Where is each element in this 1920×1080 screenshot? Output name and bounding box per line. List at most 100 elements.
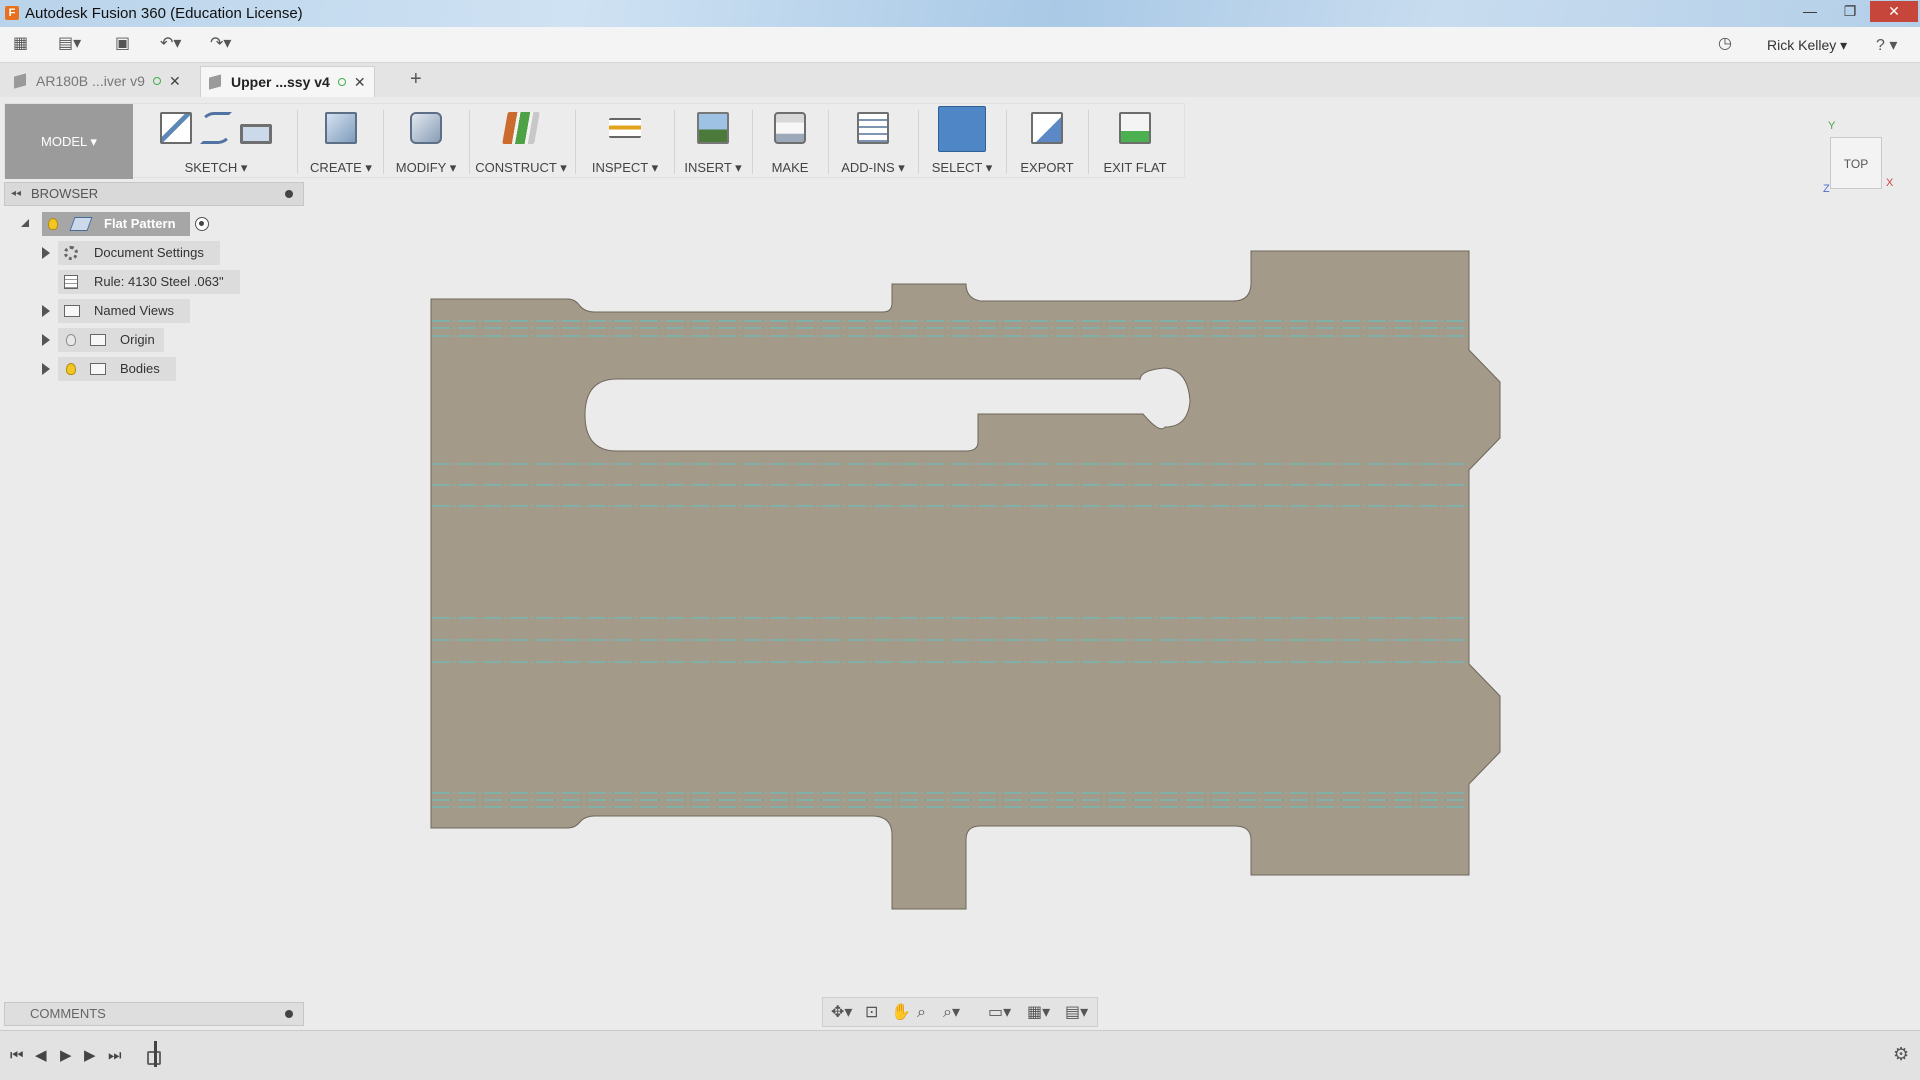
insert-menu[interactable]: INSERT ▾ — [676, 160, 750, 176]
timeline-playhead[interactable] — [154, 1041, 157, 1067]
browser-item-document-settings[interactable]: Document Settings — [58, 241, 220, 265]
saved-status-icon — [152, 77, 161, 85]
help-menu[interactable]: ? ▾ — [1876, 35, 1897, 55]
collapse-root-icon[interactable] — [21, 219, 29, 227]
comments-title: COMMENTS — [30, 1006, 106, 1021]
modify-menu[interactable]: MODIFY ▾ — [385, 160, 467, 176]
save-icon[interactable]: ▣ — [115, 35, 130, 53]
sketch-group: SKETCH ▾ — [141, 104, 291, 179]
toolbar-divider — [1006, 110, 1007, 174]
rectangle-icon[interactable] — [240, 124, 272, 144]
window-titlebar: F Autodesk Fusion 360 (Education License… — [0, 0, 1920, 27]
orbit-icon[interactable]: ✥▾ — [831, 1004, 852, 1022]
visibility-bulb-icon[interactable] — [66, 363, 76, 375]
select-group: SELECT ▾ — [920, 104, 1004, 179]
browser-root-flat-pattern[interactable]: Flat Pattern — [42, 212, 190, 236]
expand-icon[interactable] — [42, 334, 50, 346]
step-forward-icon[interactable]: ▶ — [84, 1047, 96, 1065]
viewcube[interactable]: TOP — [1830, 137, 1882, 189]
axis-y-label: Y — [1828, 120, 1836, 132]
close-tab-icon[interactable]: ✕ — [354, 74, 366, 90]
bend-lines — [432, 320, 1468, 808]
tab-upper-assy[interactable]: Upper ...ssy v4 ✕ — [200, 66, 375, 97]
design-canvas[interactable] — [0, 180, 1920, 1027]
play-icon[interactable]: ▶ — [60, 1047, 72, 1065]
create-box-icon[interactable] — [325, 112, 357, 144]
browser-panel-header[interactable]: ◂◂ BROWSER — [4, 182, 304, 206]
line-icon[interactable] — [200, 112, 232, 144]
exitflat-group: EXIT FLAT — [1090, 104, 1180, 179]
timeline-settings-icon[interactable]: ⚙ — [1893, 1044, 1909, 1065]
activate-radio-icon[interactable] — [195, 217, 209, 231]
create-sketch-icon[interactable] — [160, 112, 192, 144]
close-tab-icon[interactable]: ✕ — [169, 73, 181, 89]
clock-icon[interactable]: ◷ — [1718, 35, 1732, 53]
tab-ar180b[interactable]: AR180B ...iver v9 ✕ — [6, 66, 189, 97]
timeline-bar: ⏮ ◀ ▶ ▶ ⏭ ⚙ — [0, 1030, 1920, 1080]
inspect-menu[interactable]: INSPECT ▾ — [577, 160, 673, 176]
create-menu[interactable]: CREATE ▾ — [301, 160, 381, 176]
addins-menu[interactable]: ADD-INS ▾ — [830, 160, 916, 176]
toolbar-divider — [469, 110, 470, 174]
export-menu[interactable]: EXPORT — [1008, 160, 1086, 175]
grid-settings-icon[interactable]: ▦▾ — [1027, 1004, 1050, 1022]
grid-icon[interactable]: ▦ — [13, 35, 28, 53]
user-menu[interactable]: Rick Kelley ▾ — [1767, 37, 1847, 54]
expand-icon[interactable] — [42, 247, 50, 259]
fit-icon[interactable]: ⌕▾ — [943, 1004, 960, 1022]
create-group: CREATE ▾ — [301, 104, 381, 179]
toolbar-divider — [674, 110, 675, 174]
file-icon[interactable]: ▤▾ — [58, 35, 81, 53]
zoom-icon[interactable]: ⌕ — [917, 1004, 926, 1022]
visibility-bulb-icon[interactable] — [66, 334, 76, 346]
browser-item-bodies[interactable]: Bodies — [58, 357, 176, 381]
go-to-start-icon[interactable]: ⏮ — [10, 1047, 24, 1065]
expand-icon[interactable] — [42, 305, 50, 317]
construct-menu[interactable]: CONSTRUCT ▾ — [471, 160, 571, 176]
toolbar-divider — [1088, 110, 1089, 174]
select-menu[interactable]: SELECT ▾ — [920, 160, 1004, 176]
pan-icon[interactable]: ✋ — [891, 1004, 911, 1022]
export-dxf-icon[interactable] — [1031, 112, 1063, 144]
modify-group: MODIFY ▾ — [385, 104, 467, 179]
step-back-icon[interactable]: ◀ — [35, 1047, 47, 1065]
construct-group: CONSTRUCT ▾ — [471, 104, 571, 179]
sketch-menu[interactable]: SKETCH ▾ — [141, 160, 291, 176]
press-pull-icon[interactable] — [410, 112, 442, 144]
offset-plane-icon[interactable] — [502, 112, 540, 144]
scripts-addins-icon[interactable] — [857, 112, 889, 144]
exit-flat-button[interactable]: EXIT FLAT — [1090, 160, 1180, 175]
pin-icon[interactable] — [285, 190, 293, 198]
minimize-button[interactable]: — — [1790, 1, 1830, 22]
browser-item-label: Rule: 4130 Steel .063" — [94, 274, 224, 289]
redo-icon[interactable]: ↷▾ — [210, 35, 231, 53]
inspect-group: INSPECT ▾ — [577, 104, 673, 179]
look-at-icon[interactable]: ⊡ — [865, 1004, 878, 1022]
workspace-mode-button[interactable]: MODEL ▾ — [5, 104, 133, 179]
select-arrow-icon[interactable] — [938, 106, 986, 152]
exit-flat-icon[interactable] — [1119, 112, 1151, 144]
component-icon — [209, 74, 221, 90]
fusion-app-icon: F — [5, 6, 19, 20]
close-window-button[interactable]: ✕ — [1870, 1, 1918, 22]
display-settings-icon[interactable]: ▭▾ — [988, 1004, 1011, 1022]
3d-print-icon[interactable] — [774, 112, 806, 144]
collapse-browser-icon[interactable]: ◂◂ — [11, 183, 21, 205]
browser-item-label: Document Settings — [94, 245, 204, 260]
pin-icon[interactable] — [285, 1010, 293, 1018]
measure-icon[interactable] — [609, 118, 641, 138]
make-menu[interactable]: MAKE — [754, 160, 826, 175]
timeline-marker[interactable] — [145, 1041, 165, 1067]
browser-item-rule[interactable]: Rule: 4130 Steel .063" — [58, 270, 240, 294]
browser-item-origin[interactable]: Origin — [58, 328, 164, 352]
maximize-button[interactable]: ❐ — [1830, 1, 1870, 22]
visibility-bulb-icon[interactable] — [48, 218, 58, 230]
undo-icon[interactable]: ↶▾ — [160, 35, 181, 53]
new-tab-icon[interactable]: + — [410, 68, 422, 91]
expand-icon[interactable] — [42, 363, 50, 375]
viewports-icon[interactable]: ▤▾ — [1065, 1004, 1088, 1022]
insert-image-icon[interactable] — [697, 112, 729, 144]
go-to-end-icon[interactable]: ⏭ — [108, 1047, 122, 1065]
browser-item-named-views[interactable]: Named Views — [58, 299, 190, 323]
comments-panel[interactable]: COMMENTS — [4, 1002, 304, 1026]
